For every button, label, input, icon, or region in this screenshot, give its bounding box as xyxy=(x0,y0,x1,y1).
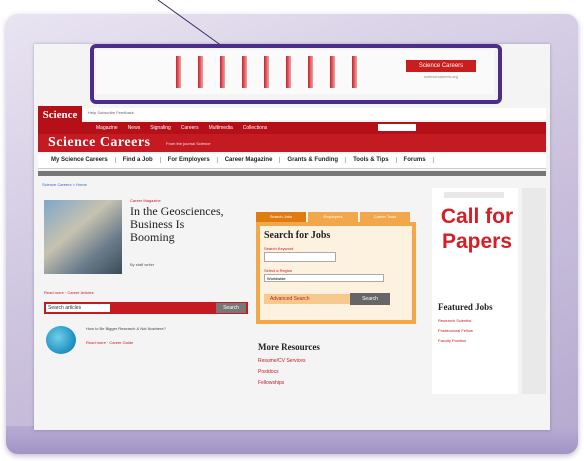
resource-link[interactable]: Fellowships xyxy=(258,378,306,389)
featured-job-link[interactable]: Faculty Position xyxy=(438,338,508,343)
feature-headline[interactable]: In the Geosciences, Business Is Booming xyxy=(130,205,230,244)
featured-jobs-panel xyxy=(432,298,518,394)
jobs-search-button[interactable]: Search xyxy=(350,293,390,305)
jobs-title: Search for Jobs xyxy=(264,230,331,241)
utility-links[interactable]: Help Subscribe Feedback xyxy=(88,110,134,115)
ad-highlight-box xyxy=(90,44,502,104)
nav-item[interactable]: Collections xyxy=(243,125,267,131)
tab-search-jobs[interactable]: Search Jobs xyxy=(256,212,306,222)
careers-title[interactable]: Science Careers xyxy=(48,135,150,151)
breadcrumb[interactable]: Science Careers > Home xyxy=(42,182,87,187)
nav-item[interactable]: News xyxy=(128,125,141,131)
subnav-item[interactable]: Career Magazine xyxy=(218,157,281,163)
nav-item[interactable]: Signaling xyxy=(150,125,171,131)
article-search-input[interactable]: Search articles xyxy=(46,304,110,312)
featured-jobs-title: Featured Jobs xyxy=(438,302,493,312)
more-resources-links: Resume/CV Services Postdocs Fellowships xyxy=(258,356,306,389)
subnav-item[interactable]: Find a Job xyxy=(116,157,161,163)
feature-byline: By staff writer xyxy=(130,262,155,267)
more-resources-title: More Resources xyxy=(258,342,320,352)
resource-link[interactable]: Postdocs xyxy=(258,367,306,378)
item-thumbnail[interactable] xyxy=(46,326,76,354)
nav-item[interactable]: Magazine xyxy=(96,125,118,131)
tab-career-tools[interactable]: Career Tools xyxy=(360,212,410,222)
nav-item[interactable]: Multimedia xyxy=(209,125,233,131)
jobs-tabs: Search Jobs Employers Career Tools xyxy=(256,212,410,222)
advanced-search-link[interactable]: Advanced Search xyxy=(264,294,354,304)
article-search-bar: Search articles Search xyxy=(44,302,248,314)
subnav-item[interactable]: Grants & Funding xyxy=(280,157,347,163)
feature-photo[interactable] xyxy=(44,200,122,274)
item-title[interactable]: How to Be Bigger Research & Not Nowhere? xyxy=(86,326,236,331)
subnav-item[interactable]: For Employers xyxy=(161,157,218,163)
subnav-item[interactable]: Tools & Tips xyxy=(346,157,397,163)
subnav-item[interactable]: Forums xyxy=(397,157,434,163)
divider-bar xyxy=(38,171,546,176)
item-links[interactable]: Read more · Career Guide xyxy=(86,340,133,345)
subnav-item[interactable]: My Science Careers xyxy=(44,157,116,163)
careers-tagline: From the journal Science xyxy=(166,141,211,146)
article-search-button[interactable]: Search xyxy=(216,303,246,313)
keyword-input[interactable] xyxy=(264,252,336,262)
resource-link[interactable]: Resume/CV Services xyxy=(258,356,306,367)
featured-jobs-list: Research Scientist Postdoctoral Fellow F… xyxy=(438,318,508,343)
feature-kicker: Career Magazine xyxy=(130,198,161,203)
feature-links[interactable]: Read more · Career Articles xyxy=(44,290,94,295)
ad-label xyxy=(444,192,504,198)
sub-nav-items: My Science Careers Find a Job For Employ… xyxy=(44,157,434,163)
keyword-label: Search Keyword xyxy=(264,246,294,251)
page-right-margin xyxy=(522,188,546,394)
main-nav-items: Magazine News Signaling Careers Multimed… xyxy=(96,125,267,131)
nav-item[interactable]: Careers xyxy=(181,125,199,131)
region-label: Select a Region xyxy=(264,268,293,273)
frame-bottom-bar xyxy=(6,426,578,454)
call-for-papers-ad[interactable]: Call for Papers xyxy=(436,204,518,254)
region-select[interactable]: Worldwide xyxy=(264,274,384,282)
tab-employers[interactable]: Employers xyxy=(308,212,358,222)
top-search-input[interactable] xyxy=(378,124,416,131)
